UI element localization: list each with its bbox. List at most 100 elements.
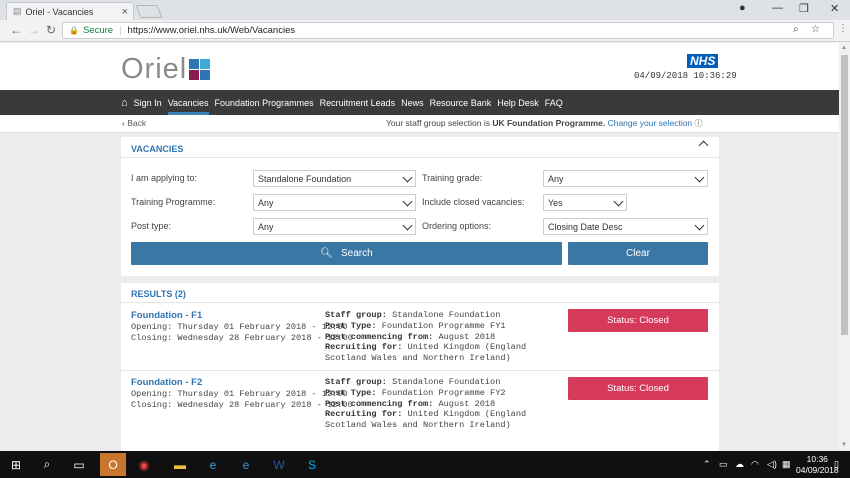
internet-explorer-icon[interactable]: e xyxy=(203,455,223,474)
wifi-icon[interactable]: ◠ xyxy=(751,459,759,470)
file-explorer-icon[interactable]: ▬ xyxy=(170,455,190,474)
logo-text: Oriel xyxy=(121,53,188,85)
edge-icon[interactable]: e xyxy=(236,455,256,474)
browser-titlebar: ▤ Oriel - Vacancies × ● — ❐ ✕ xyxy=(0,0,850,20)
nav-recruitment-leads[interactable]: Recruitment Leads xyxy=(320,90,396,115)
post-type-select[interactable]: Any xyxy=(253,218,416,235)
task-view-icon[interactable]: ▭ xyxy=(69,455,89,474)
vacancies-panel: VACANCIES I am applying to: Standalone F… xyxy=(121,137,719,276)
home-icon[interactable]: ⌂ xyxy=(121,97,128,109)
new-tab-button[interactable] xyxy=(135,5,163,18)
vacancy-details: Staff group: Standalone Foundation Post … xyxy=(325,377,527,431)
chrome-icon[interactable]: ◉ xyxy=(134,455,154,474)
header-datetime: 04/09/2018 10:36:29 xyxy=(634,71,737,81)
profile-icon[interactable]: ● xyxy=(739,2,746,14)
skype-icon[interactable]: S xyxy=(302,455,322,474)
grade-label: Training grade: xyxy=(422,173,483,183)
url-input[interactable]: 🔒 Secure | https://www.oriel.nhs.uk/Web/… xyxy=(62,22,834,39)
address-bar: ← → ↻ 🔒 Secure | https://www.oriel.nhs.u… xyxy=(0,20,850,42)
windows-taskbar: ⊞ ⌕ ▭ O ◉ ▬ e e W S ⌃ ▭ ☁ ◠ ◁) ▦ 10:36 0… xyxy=(0,451,850,478)
vacancy-details: Staff group: Standalone Foundation Post … xyxy=(325,310,527,364)
close-window-icon[interactable]: ✕ xyxy=(830,2,839,15)
nav-faq[interactable]: FAQ xyxy=(545,90,563,115)
network-icon[interactable]: ▭ xyxy=(719,459,728,470)
reload-icon[interactable]: ↻ xyxy=(46,23,56,37)
vacancies-title: VACANCIES xyxy=(131,144,184,154)
results-panel: RESULTS (2) Foundation - F1 Opening: Thu… xyxy=(121,283,719,451)
staff-group-selection: Your staff group selection is UK Foundat… xyxy=(386,118,703,128)
nav-resource-bank[interactable]: Resource Bank xyxy=(430,90,492,115)
tab-close-icon[interactable]: × xyxy=(122,6,128,18)
windows-start-icon[interactable]: ⊞ xyxy=(6,455,26,474)
onedrive-icon[interactable]: ☁ xyxy=(735,459,744,470)
forward-arrow-icon[interactable]: → xyxy=(28,23,40,37)
status-badge: Status: Closed xyxy=(568,377,708,400)
results-title: RESULTS (2) xyxy=(131,289,186,299)
nav-help-desk[interactable]: Help Desk xyxy=(497,90,539,115)
notifications-icon[interactable]: ▯ xyxy=(834,459,839,470)
vacancy-title-link[interactable]: Foundation - F1 xyxy=(131,310,202,321)
lock-icon: 🔒 xyxy=(69,26,79,35)
site-header: Oriel NHS 04/09/2018 10:36:29 xyxy=(0,43,839,90)
nav-sign-in[interactable]: Sign In xyxy=(134,90,162,115)
chevron-down-icon xyxy=(402,196,413,207)
change-selection-link[interactable]: Change your selection xyxy=(608,118,693,128)
nav-vacancies[interactable]: Vacancies xyxy=(167,90,209,115)
vacancy-title-link[interactable]: Foundation - F2 xyxy=(131,377,202,388)
opening-date: Opening: Thursday 01 February 2018 - 12:… xyxy=(131,389,348,399)
browser-tab[interactable]: ▤ Oriel - Vacancies × xyxy=(6,2,134,20)
nav-news[interactable]: News xyxy=(401,90,424,115)
tab-title: Oriel - Vacancies xyxy=(25,6,94,17)
zoom-icon[interactable]: ⌕ xyxy=(793,24,799,35)
page-scrollbar[interactable]: ▲ ▼ xyxy=(839,43,850,451)
back-link[interactable]: ‹ Back xyxy=(122,118,146,128)
grade-select[interactable]: Any xyxy=(543,170,708,187)
applying-select[interactable]: Standalone Foundation xyxy=(253,170,416,187)
main-nav: ⌂ Sign In Vacancies Foundation Programme… xyxy=(0,90,839,115)
nhs-badge: NHS xyxy=(687,54,719,68)
chevron-down-icon xyxy=(402,220,413,231)
applying-label: I am applying to: xyxy=(131,173,198,183)
programme-select[interactable]: Any xyxy=(253,194,416,211)
search-icon[interactable]: ⌕ xyxy=(37,455,57,474)
scroll-thumb[interactable] xyxy=(841,55,848,335)
restore-icon[interactable]: ❐ xyxy=(799,2,809,15)
secure-label: Secure xyxy=(82,25,114,36)
opening-date: Opening: Thursday 01 February 2018 - 12:… xyxy=(131,322,348,332)
closing-date: Closing: Wednesday 28 February 2018 - 12… xyxy=(131,333,353,343)
scroll-up-icon[interactable]: ▲ xyxy=(841,45,847,51)
tray-chevron-icon[interactable]: ⌃ xyxy=(703,459,711,470)
back-arrow-icon[interactable]: ← xyxy=(10,23,22,37)
page-favicon-icon: ▤ xyxy=(13,6,22,16)
scroll-down-icon[interactable]: ▼ xyxy=(841,442,847,448)
chevron-down-icon xyxy=(694,220,705,231)
taskbar-clock[interactable]: 10:36 04/09/2018 xyxy=(796,454,839,476)
chevron-down-icon xyxy=(613,196,624,207)
url-separator: | xyxy=(119,25,122,36)
result-row: Foundation - F2 Opening: Thursday 01 Feb… xyxy=(121,371,719,441)
chevron-down-icon xyxy=(402,172,413,183)
keyboard-icon[interactable]: ▦ xyxy=(782,459,791,470)
minimize-icon[interactable]: — xyxy=(772,2,783,14)
nav-foundation-programmes[interactable]: Foundation Programmes xyxy=(215,90,314,115)
outlook-icon[interactable]: O xyxy=(100,453,126,476)
bookmark-star-icon[interactable]: ☆ xyxy=(811,24,820,35)
url-text: https://www.oriel.nhs.uk/Web/Vacancies xyxy=(127,25,296,36)
post-type-label: Post type: xyxy=(131,221,172,231)
word-icon[interactable]: W xyxy=(269,455,289,474)
clear-button[interactable]: Clear xyxy=(568,242,708,265)
chevron-down-icon xyxy=(694,172,705,183)
closed-label: Include closed vacancies: xyxy=(422,197,525,207)
menu-icon[interactable]: ⋮ xyxy=(838,23,848,34)
programme-label: Training Programme: xyxy=(131,197,216,207)
volume-icon[interactable]: ◁) xyxy=(767,459,777,470)
search-icon: 🔍︎ xyxy=(320,248,333,259)
info-icon[interactable]: ⓘ xyxy=(695,119,703,128)
closed-select[interactable]: Yes xyxy=(543,194,627,211)
oriel-logo[interactable]: Oriel xyxy=(121,53,211,86)
status-badge: Status: Closed xyxy=(568,309,708,332)
ordering-select[interactable]: Closing Date Desc xyxy=(543,218,708,235)
collapse-chevron-icon[interactable] xyxy=(698,140,709,151)
search-button[interactable]: 🔍︎ Search xyxy=(131,242,562,265)
logo-squares-icon xyxy=(189,59,211,80)
